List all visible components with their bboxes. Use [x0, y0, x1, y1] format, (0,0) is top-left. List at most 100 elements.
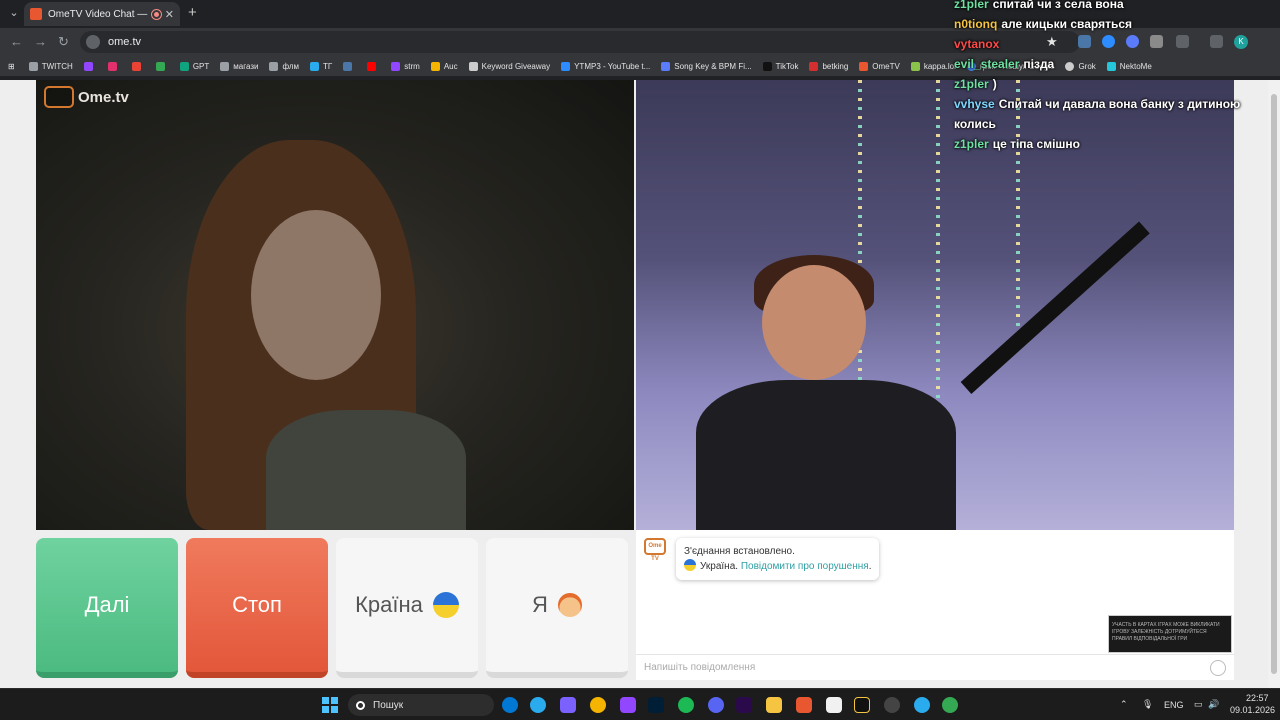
bookmark-item[interactable]: YTMP3 - YouTube t...	[561, 61, 650, 71]
tab-close-button[interactable]: ✕	[165, 8, 174, 21]
bookmark-item[interactable]: OmeTV	[859, 61, 900, 71]
gmail-icon	[131, 61, 141, 71]
folder-icon	[269, 61, 279, 71]
new-tab-button[interactable]: +	[188, 5, 197, 21]
notepad-icon[interactable]	[826, 697, 842, 713]
file-explorer-icon[interactable]	[766, 697, 782, 713]
mic-arm-shape	[960, 221, 1150, 394]
bookmark-item[interactable]: ТГ	[310, 61, 332, 71]
logo-text: Ome.tv	[78, 88, 129, 106]
bookmark-item[interactable]: kappa.lol	[910, 61, 956, 71]
bookmark-item[interactable]	[107, 61, 121, 71]
tab-title: OmeTV Video Chat — Ome	[48, 8, 148, 20]
twitch-icon[interactable]	[620, 697, 636, 713]
bookmark-item[interactable]: флм	[269, 61, 299, 71]
my-gender-button[interactable]: Я	[486, 538, 628, 678]
copilot-icon[interactable]	[560, 697, 576, 713]
telegram-icon[interactable]	[530, 697, 546, 713]
tab-ometv[interactable]: OmeTV Video Chat — Ome ✕	[24, 2, 180, 26]
next-button[interactable]: Далі	[36, 538, 178, 678]
obs-icon[interactable]	[884, 697, 900, 713]
bookmark-item[interactable]	[131, 61, 145, 71]
ukraine-flag-icon	[684, 559, 696, 571]
bookmark-item[interactable]	[83, 61, 97, 71]
betking-icon	[809, 61, 819, 71]
ytmp3-icon	[561, 61, 571, 71]
clock-time[interactable]: 22:57	[1246, 693, 1269, 703]
chat-message: vvhyse Спитай чи давала вона банку з дити…	[954, 97, 1241, 131]
microphone-icon[interactable]: 🎙	[1142, 699, 1153, 710]
chrome-icon[interactable]	[942, 697, 958, 713]
stranger-shirt-shape	[266, 410, 466, 530]
auction-icon	[430, 61, 440, 71]
language-indicator[interactable]: ENG	[1164, 700, 1184, 710]
bookmark-item[interactable]: GPT	[179, 61, 209, 71]
bookmark-item[interactable]: Keyword Giveaway	[468, 61, 550, 71]
country-button[interactable]: Країна	[336, 538, 478, 678]
report-link[interactable]: Повідомити про порушення	[741, 561, 869, 572]
chat-message: z1pler)	[954, 77, 997, 91]
apps-grid-icon[interactable]: ⊞	[8, 62, 15, 71]
spotify-icon[interactable]	[678, 697, 694, 713]
search-icon	[356, 700, 365, 710]
recording-icon	[151, 9, 161, 19]
text-chat-panel: Ome TV З'єднання встановлено. Україна. П…	[636, 530, 1234, 680]
string-lights	[858, 80, 862, 410]
tv-logo-icon	[44, 86, 74, 108]
bookmark-item[interactable]: TikTok	[762, 61, 798, 71]
giveaway-icon	[468, 61, 478, 71]
bookmark-item[interactable]: TWITCH	[28, 61, 73, 71]
connected-text: З'єднання встановлено.	[684, 546, 795, 557]
windows-start-icon[interactable]	[322, 697, 338, 713]
stop-label: Стоп	[232, 592, 282, 617]
app-icon[interactable]	[796, 697, 812, 713]
scrollbar-thumb[interactable]	[1271, 94, 1277, 674]
chrome-icon[interactable]	[590, 697, 606, 713]
bookmark-item[interactable]	[343, 61, 356, 71]
twitch-icon	[83, 61, 93, 71]
tray-chevron-icon[interactable]: ⌃	[1120, 699, 1128, 710]
bookmark-item[interactable]: Auc	[430, 61, 458, 71]
page-scrollbar[interactable]	[1268, 80, 1280, 688]
photoshop-icon[interactable]	[648, 697, 664, 713]
maps-icon	[155, 61, 165, 71]
telegram-icon	[310, 61, 320, 71]
reload-icon[interactable]: ↻	[58, 34, 69, 50]
message-input[interactable]: Напишіть повідомлення	[636, 654, 1234, 680]
windows-taskbar: Пошук ⌃ 🎙 ENG ▭ 🔊 22:57 09.01.2026	[0, 688, 1280, 720]
chat-message: n0tionq але кицьки сваряться	[954, 17, 1132, 31]
bookmark-item[interactable]: Song Key & BPM Fi...	[661, 61, 752, 71]
address-bar[interactable]: ome.tv	[80, 31, 1080, 53]
kappa-icon	[910, 61, 920, 71]
chat-message: evil_stealer пізда	[954, 57, 1055, 71]
chatgpt-icon	[179, 61, 189, 71]
chat-message: z1pler це тіпа смішно	[954, 137, 1081, 151]
discord-icon[interactable]	[708, 697, 724, 713]
edge-icon[interactable]	[502, 697, 518, 713]
premiere-icon[interactable]	[736, 697, 752, 713]
bookmark-item[interactable]	[155, 61, 169, 71]
back-arrow-icon[interactable]: ←	[10, 34, 23, 50]
bookmark-item[interactable]	[367, 61, 380, 71]
instagram-icon	[107, 61, 117, 71]
boy-avatar-icon	[557, 593, 582, 617]
network-icon[interactable]: ▭	[1194, 699, 1203, 710]
forward-arrow-icon[interactable]: →	[34, 34, 47, 50]
country-name: Україна.	[700, 561, 739, 572]
bookmark-item[interactable]: betking	[809, 61, 848, 71]
stop-button[interactable]: Стоп	[186, 538, 328, 678]
country-label: Країна	[355, 592, 423, 617]
app-icon[interactable]	[854, 697, 870, 713]
next-label: Далі	[84, 592, 130, 617]
emoji-icon[interactable]	[1210, 660, 1226, 676]
site-info-icon[interactable]	[86, 35, 100, 49]
bookmark-item[interactable]: strm	[391, 61, 420, 71]
tab-search-button[interactable]: ⌄	[6, 5, 22, 21]
volume-icon[interactable]: 🔊	[1208, 699, 1219, 710]
bookmark-item[interactable]: магази	[220, 61, 258, 71]
taskbar-search[interactable]: Пошук	[348, 694, 494, 716]
telegram-icon[interactable]	[914, 697, 930, 713]
string-lights	[936, 80, 940, 410]
streamer-body-shape	[696, 380, 956, 530]
clock-date[interactable]: 09.01.2026	[1230, 705, 1275, 715]
